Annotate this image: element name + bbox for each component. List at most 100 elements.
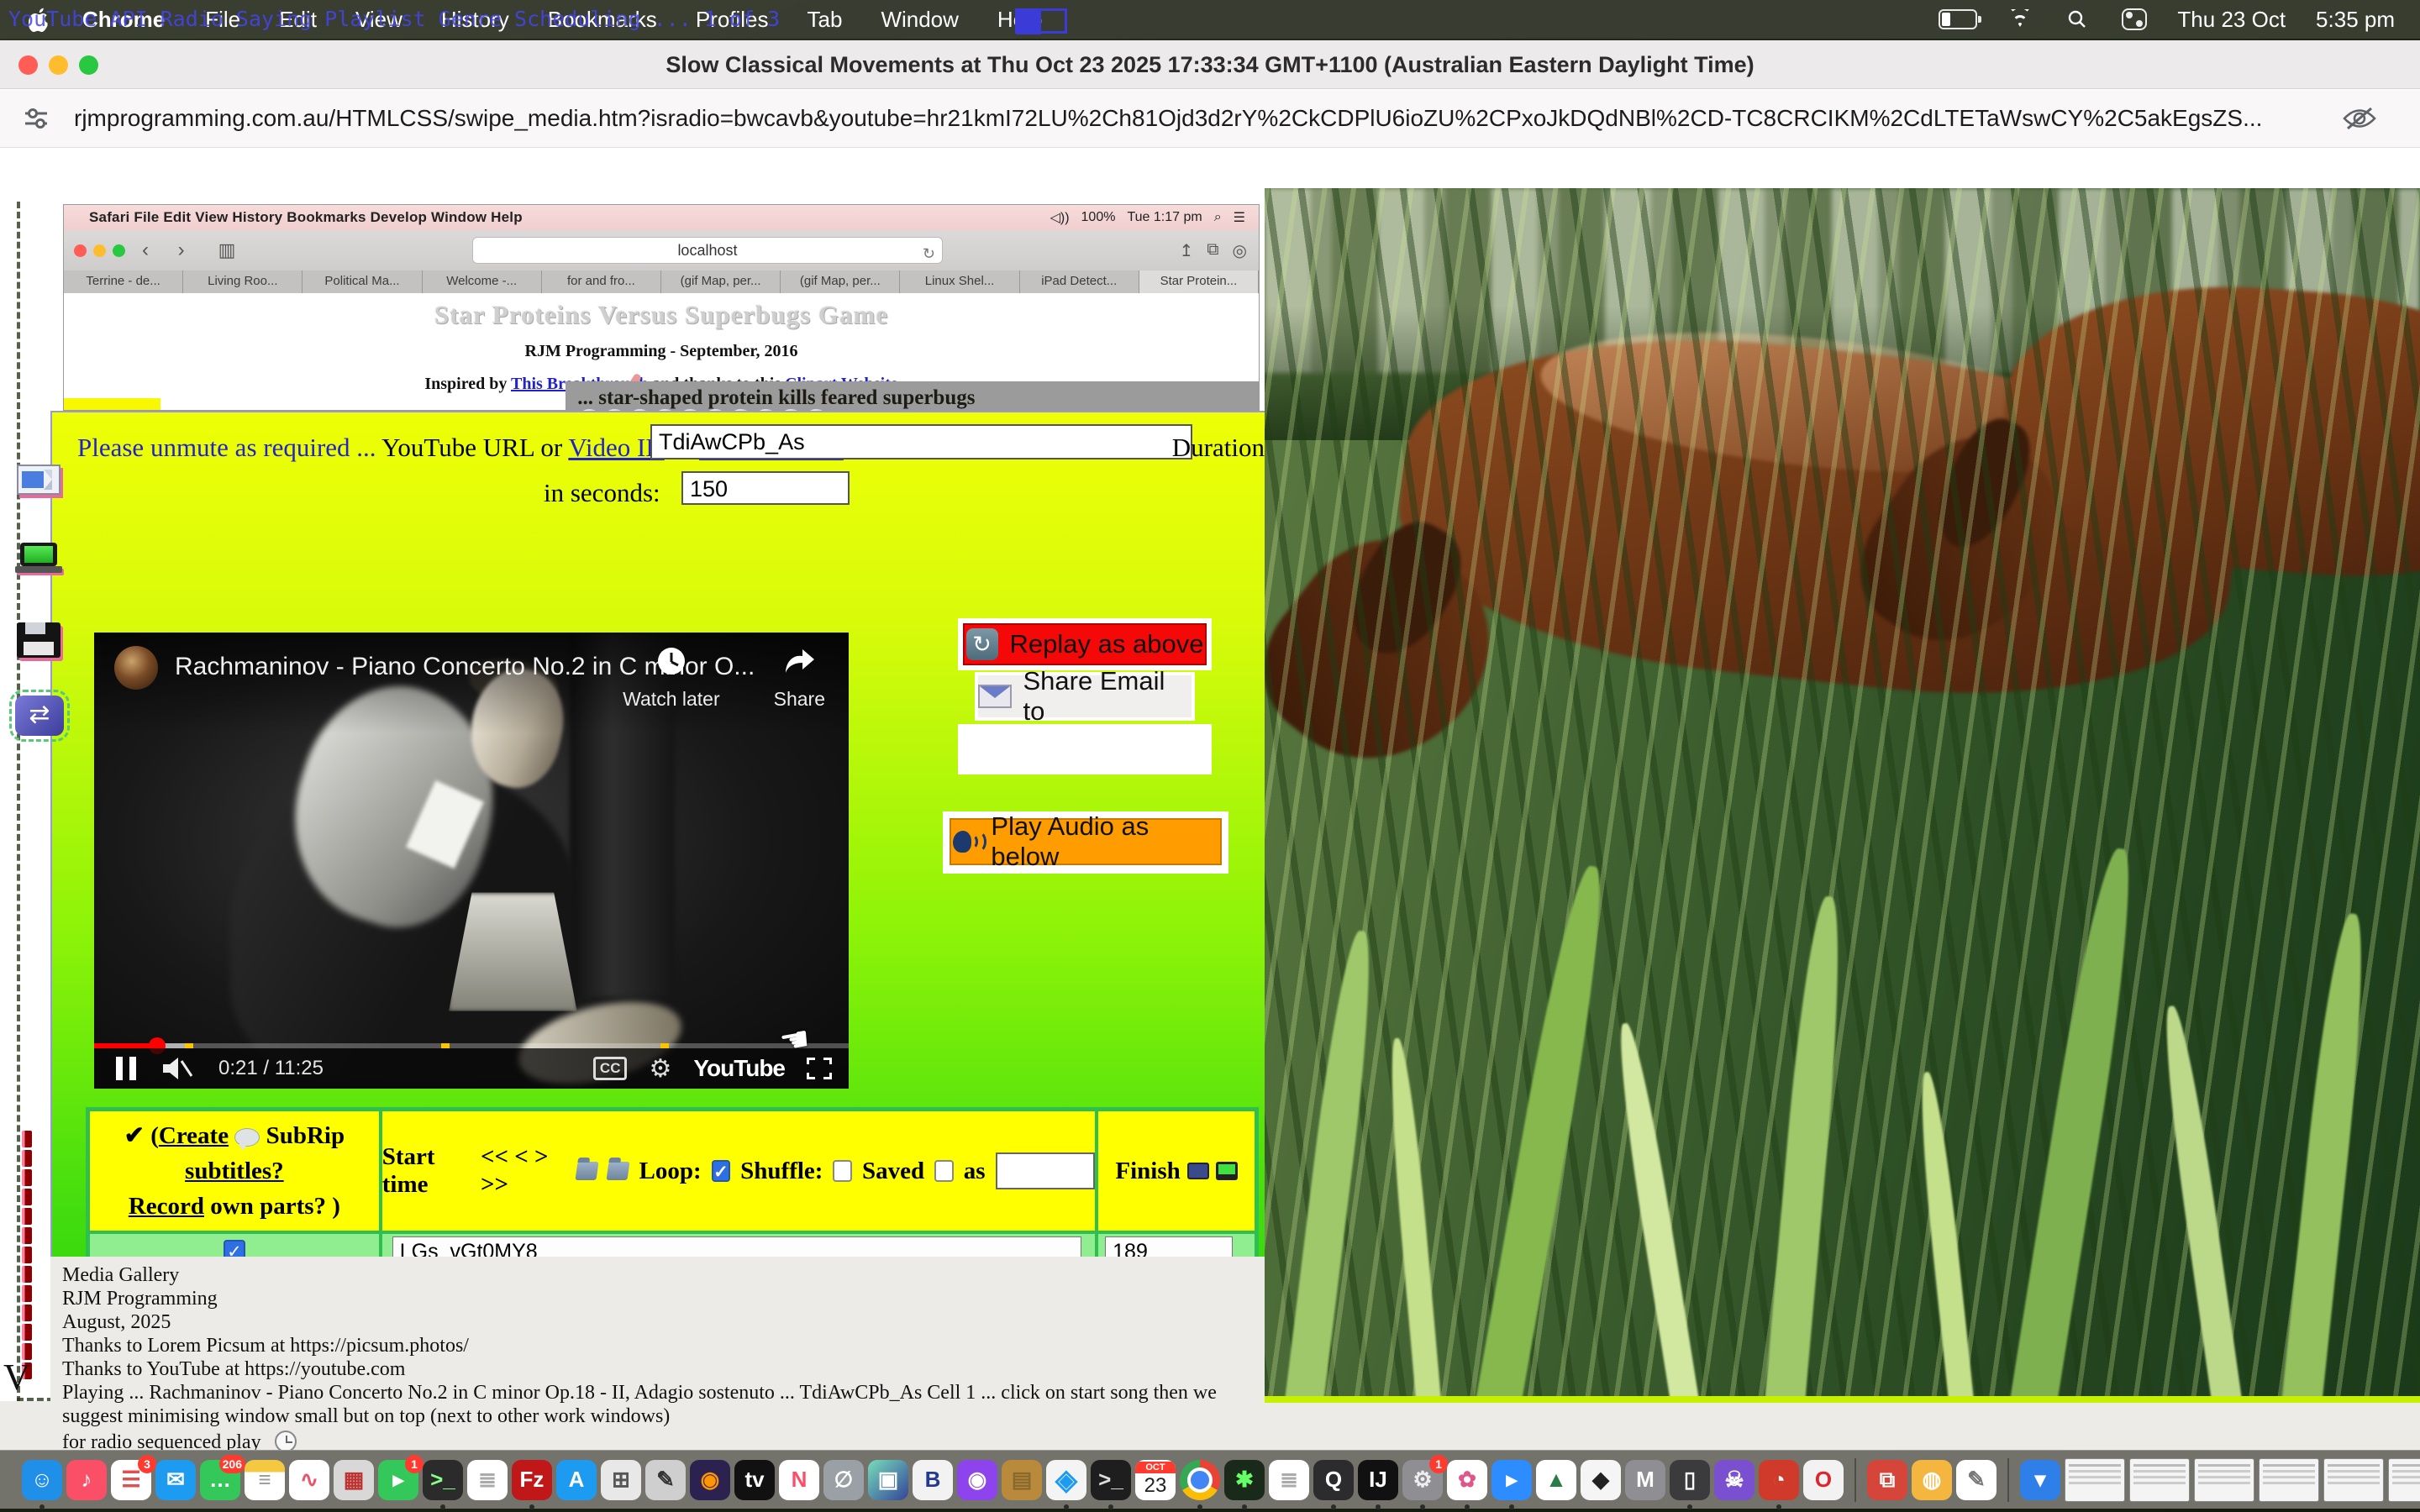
- laptop-emoji-icon[interactable]: [15, 543, 62, 576]
- legacy-tab[interactable]: for and fro...: [542, 270, 661, 293]
- site-settings-icon[interactable]: [22, 104, 50, 133]
- pause-button[interactable]: [116, 1057, 136, 1080]
- dock-apple-tv[interactable]: tv: [734, 1460, 775, 1500]
- dock-music[interactable]: ♪: [66, 1460, 107, 1500]
- menubar-time[interactable]: 5:35 pm: [2316, 7, 2395, 33]
- dock-textedit[interactable]: ≣: [467, 1460, 508, 1500]
- youtube-logo[interactable]: YouTube: [693, 1055, 785, 1082]
- share-email-button[interactable]: Share Email to: [978, 675, 1192, 717]
- dock-reminders[interactable]: ☰3: [111, 1460, 151, 1500]
- battery-icon[interactable]: [1939, 9, 1977, 29]
- dock-gold-folder-app[interactable]: ▤: [1002, 1460, 1042, 1500]
- dock-maps-triangle[interactable]: ▲: [1536, 1460, 1576, 1500]
- legacy-tab[interactable]: Star Protein...: [1139, 270, 1259, 293]
- spotlight-search-icon[interactable]: [2063, 8, 2091, 30]
- legacy-tab[interactable]: Linux Shel...: [900, 270, 1019, 293]
- dock-minimized-window[interactable]: [2065, 1458, 2125, 1502]
- replay-button[interactable]: ↻ Replay as above: [963, 623, 1207, 665]
- dock-textedit-2[interactable]: ≣: [1269, 1460, 1309, 1500]
- url-bar[interactable]: rjmprogramming.com.au/HTMLCSS/swipe_medi…: [0, 90, 2420, 148]
- saved-as-input[interactable]: [996, 1152, 1096, 1189]
- legacy-tab[interactable]: Welcome -...: [423, 270, 542, 293]
- dock-gauge-app[interactable]: ◔: [1759, 1460, 1799, 1500]
- dock-graphic-converter[interactable]: ✎: [645, 1460, 686, 1500]
- dock-podcasts[interactable]: ◉: [957, 1460, 997, 1500]
- watch-later-button[interactable]: Watch later: [623, 644, 719, 711]
- dock-intellij-idea[interactable]: IJ: [1358, 1460, 1398, 1500]
- dock-dock-divider[interactable]: [2007, 1458, 2009, 1502]
- dock-iphone-mirroring[interactable]: ▯: [1670, 1460, 1710, 1500]
- dock-minimized-window[interactable]: [2259, 1458, 2319, 1502]
- create-link[interactable]: Create: [159, 1122, 229, 1149]
- folder-icon[interactable]: [607, 1162, 630, 1180]
- legacy-tab[interactable]: (gif Map, per...: [661, 270, 781, 293]
- dock-chrome[interactable]: [1180, 1460, 1220, 1500]
- dock-inkscape[interactable]: ◆: [1581, 1460, 1621, 1500]
- dock-terminal-3[interactable]: ✱: [1224, 1460, 1265, 1500]
- dock-dock-divider[interactable]: [1854, 1458, 1856, 1502]
- dock-minimized-window[interactable]: [2129, 1458, 2190, 1502]
- dock-bbedit[interactable]: B: [913, 1460, 953, 1500]
- dock-safari[interactable]: ◈: [1046, 1460, 1086, 1500]
- loop-checkbox[interactable]: ✓: [712, 1160, 731, 1182]
- dock-system-settings[interactable]: ⚙1: [1402, 1460, 1443, 1500]
- dock-art-palette[interactable]: ✿: [1447, 1460, 1487, 1500]
- youtube-player[interactable]: Rachmaninov - Piano Concerto No.2 in C m…: [94, 633, 849, 1089]
- play-audio-button[interactable]: Play Audio as below: [950, 818, 1222, 865]
- dock-messages[interactable]: …206: [200, 1460, 240, 1500]
- url-text[interactable]: rjmprogramming.com.au/HTMLCSS/swipe_medi…: [74, 105, 2343, 132]
- dock-cards-app[interactable]: ⧉: [1867, 1460, 1907, 1500]
- dock-journal-app[interactable]: ✎: [1956, 1460, 1996, 1500]
- legacy-tab[interactable]: Living Roo...: [183, 270, 302, 293]
- window-titlebar[interactable]: Slow Classical Movements at Thu Oct 23 2…: [0, 40, 2420, 89]
- dock-app-store[interactable]: A: [556, 1460, 597, 1500]
- dock-notes[interactable]: ≡: [245, 1460, 285, 1500]
- share-button[interactable]: Share: [774, 644, 825, 711]
- dock-minimized-window[interactable]: [2388, 1458, 2420, 1502]
- dock-lightbulb-app[interactable]: ◍: [1912, 1460, 1952, 1500]
- control-center-icon[interactable]: [2122, 8, 2147, 30]
- wifi-icon[interactable]: [2007, 9, 2033, 29]
- menubar-date[interactable]: Thu 23 Oct: [2177, 7, 2286, 33]
- dock-opera[interactable]: O: [1803, 1460, 1844, 1500]
- folder-icon[interactable]: [575, 1162, 598, 1180]
- youtube-id-input[interactable]: TdiAwCPb_As: [650, 424, 1192, 459]
- fullscreen-button[interactable]: [807, 1058, 832, 1079]
- record-link[interactable]: Record: [129, 1193, 204, 1220]
- duration-seconds-input[interactable]: 150: [681, 471, 850, 505]
- shuffle-icon[interactable]: ⇄: [15, 696, 64, 736]
- dock-calculator[interactable]: ⊞: [601, 1460, 641, 1500]
- legacy-tab[interactable]: iPad Detect...: [1020, 270, 1139, 293]
- dock-do-not-enter[interactable]: ∅: [823, 1460, 864, 1500]
- dock-launchpad[interactable]: ▦: [334, 1460, 374, 1500]
- dock-zoom[interactable]: ▸: [1491, 1460, 1532, 1500]
- dock-q-app[interactable]: Q: [1313, 1460, 1354, 1500]
- seek-arrows[interactable]: << < > >>: [481, 1143, 566, 1199]
- legacy-tab[interactable]: (gif Map, per...: [781, 270, 900, 293]
- settings-gear-icon[interactable]: ⚙: [649, 1054, 671, 1084]
- shuffle-checkbox[interactable]: [833, 1160, 852, 1182]
- dock-news[interactable]: N: [779, 1460, 819, 1500]
- incoming-envelope-icon[interactable]: [17, 465, 60, 495]
- dock-mail[interactable]: ✉: [155, 1460, 196, 1500]
- floppy-disk-icon[interactable]: [17, 622, 60, 658]
- dock-calendar[interactable]: OCT23: [1135, 1460, 1176, 1500]
- email-address-input[interactable]: [958, 724, 1212, 774]
- dock-finder[interactable]: ☺: [22, 1460, 62, 1500]
- dock-firefox[interactable]: ◉: [690, 1460, 730, 1500]
- dock-downloads-box[interactable]: ▾: [2020, 1460, 2060, 1500]
- captions-button[interactable]: CC: [593, 1057, 628, 1080]
- dock-m-app[interactable]: M: [1625, 1460, 1665, 1500]
- subtitles-link[interactable]: subtitles?: [185, 1158, 284, 1184]
- dock-minimized-window[interactable]: [2194, 1458, 2254, 1502]
- dock-facetime[interactable]: ▸1: [378, 1460, 418, 1500]
- legacy-tab[interactable]: Terrine - de...: [64, 270, 183, 293]
- dock-minimized-window[interactable]: [2323, 1458, 2384, 1502]
- dock-freeform[interactable]: ∿: [289, 1460, 329, 1500]
- menu-tab[interactable]: Tab: [808, 7, 843, 33]
- eye-hidden-icon[interactable]: [2343, 106, 2376, 131]
- dock-terminal[interactable]: >_: [423, 1460, 463, 1500]
- menu-window[interactable]: Window: [881, 7, 958, 33]
- saved-checkbox[interactable]: [934, 1160, 954, 1182]
- dock-filezilla[interactable]: Fz: [512, 1460, 552, 1500]
